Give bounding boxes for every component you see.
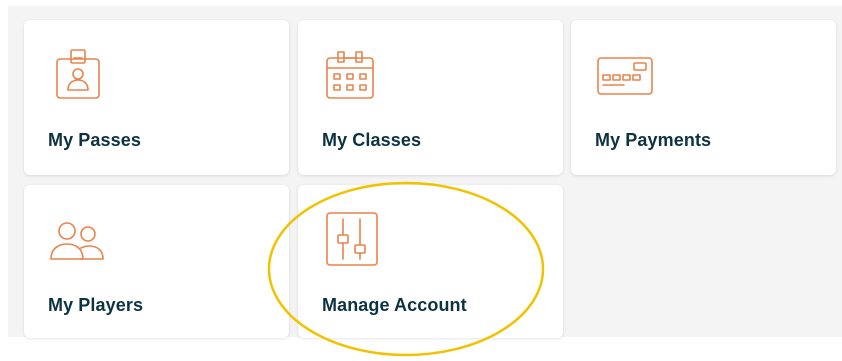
my-classes-label: My Classes xyxy=(322,130,422,150)
my-payments-label: My Payments xyxy=(595,130,712,150)
credit-card-icon xyxy=(594,44,654,104)
my-classes-tile[interactable]: My Classes xyxy=(298,20,563,175)
my-passes-label: My Passes xyxy=(48,130,141,150)
calendar-icon xyxy=(321,44,381,104)
dashboard-panel: My Passes My Classes My Payments My Play… xyxy=(8,6,842,338)
sliders-icon xyxy=(321,209,381,269)
my-payments-tile[interactable]: My Payments xyxy=(571,20,836,175)
my-passes-tile[interactable]: My Passes xyxy=(24,20,289,175)
id-badge-icon xyxy=(47,44,107,104)
my-players-label: My Players xyxy=(48,295,144,315)
users-icon xyxy=(47,209,107,269)
my-players-tile[interactable]: My Players xyxy=(24,185,289,338)
manage-account-tile[interactable]: Manage Account xyxy=(298,185,563,338)
manage-account-label: Manage Account xyxy=(322,295,467,315)
